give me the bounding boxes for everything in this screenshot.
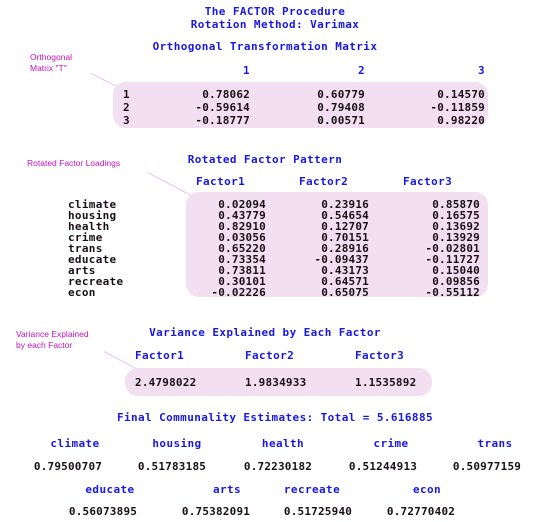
procedure-title: The FACTOR Procedure — [204, 5, 346, 18]
rotation-method-title: Rotation Method: Varimax — [190, 18, 360, 31]
otm-cell: -0.18777 — [195, 114, 250, 127]
var-cell: 1.9834933 — [245, 376, 307, 389]
annotation-variance-explained: Variance Explained by each Factor — [16, 329, 89, 350]
annotation-rotated-loadings: Rotated Factor Loadings — [27, 158, 121, 168]
final-communality-title: Final Communality Estimates: Total = 5.6… — [116, 411, 433, 424]
otm-cell: 0.14570 — [437, 88, 485, 101]
var-column-header-factor3: Factor3 — [355, 349, 405, 362]
rfp-row-label: econ — [68, 286, 96, 299]
fce-value: 0.72770402 — [386, 505, 456, 518]
otm-column-header-2: 2 — [357, 64, 365, 77]
var-column-header-factor2: Factor2 — [245, 349, 295, 362]
rfp-column-header-factor1: Factor1 — [196, 175, 246, 188]
sas-output-page: The FACTOR Procedure Rotation Method: Va… — [0, 0, 550, 522]
var-cell: 2.4798022 — [135, 376, 197, 389]
otm-cell: 0.98220 — [437, 114, 485, 127]
otm-cell: 0.00571 — [317, 114, 365, 127]
otm-column-header-1: 1 — [242, 64, 250, 77]
var-column-header-factor1: Factor1 — [135, 349, 185, 362]
rfp-column-header-factor3: Factor3 — [403, 175, 453, 188]
otm-column-header-3: 3 — [477, 64, 485, 77]
rfp-column-header-factor2: Factor2 — [299, 175, 349, 188]
fce-header-econ: econ — [412, 483, 442, 496]
otm-row-label: 1 — [123, 88, 130, 101]
otm-row-label: 3 — [123, 114, 130, 127]
rfp-cell: -0.02226 — [211, 286, 266, 299]
rfp-cell: -0.55112 — [425, 286, 480, 299]
otm-cell: -0.59614 — [195, 101, 250, 114]
otm-cell: 0.79408 — [317, 101, 365, 114]
fce-header-trans: trans — [477, 437, 513, 450]
otm-row-label: 2 — [123, 101, 130, 114]
annotation-orthogonal-matrix: Orthogonal Matrix "T" — [30, 52, 73, 73]
var-cell: 1.1535892 — [355, 376, 417, 389]
fce-value: 0.50977159 — [452, 460, 522, 473]
otm-cell: 0.60779 — [317, 88, 365, 101]
rfp-cell: 0.65075 — [321, 286, 369, 299]
otm-cell: 0.78062 — [202, 88, 250, 101]
otm-cell: -0.11859 — [430, 101, 485, 114]
